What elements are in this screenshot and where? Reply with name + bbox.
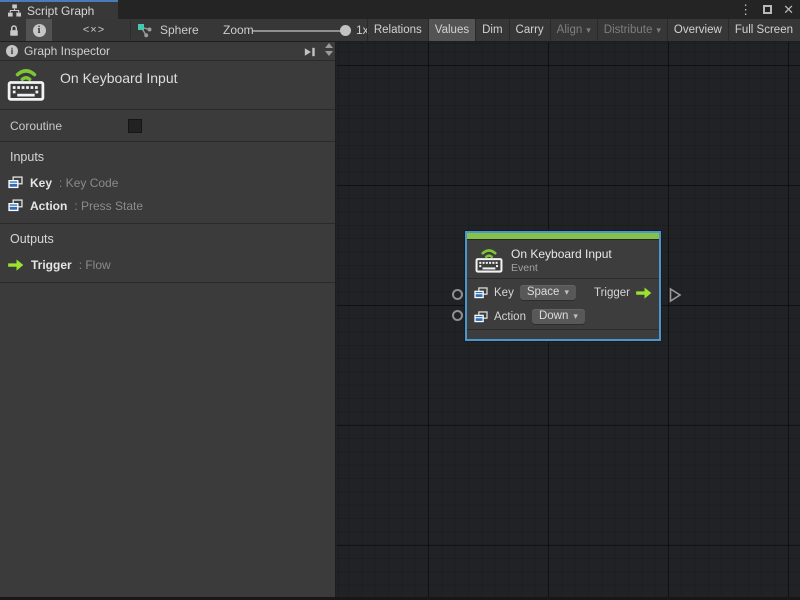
graph-owner-breadcrumb[interactable]: Sphere — [137, 19, 199, 41]
port-name: Action — [30, 198, 68, 213]
port-type: : Press State — [74, 198, 144, 213]
tab-script-graph[interactable]: Script Graph — [0, 0, 118, 19]
align-dropdown-button[interactable]: Align ▾ — [549, 19, 597, 41]
trigger-connection-triangle[interactable] — [669, 287, 682, 303]
chevron-down-icon: ▾ — [564, 286, 569, 297]
press-state-dropdown[interactable]: Down ▾ — [531, 309, 585, 324]
window-titlebar: Script Graph ⋮ ✕ — [0, 0, 800, 19]
zoom-label: Zoom — [223, 23, 254, 37]
dock-right-icon — [304, 47, 315, 56]
node-title: On Keyboard Input — [511, 247, 612, 261]
inputs-header: Inputs — [10, 150, 45, 164]
lock-button[interactable] — [2, 19, 25, 41]
on-keyboard-input-node[interactable]: On Keyboard Input Event Key Space ▾ Trigg… — [465, 231, 661, 341]
window-maximize-button[interactable] — [763, 0, 773, 19]
info-icon: i — [6, 45, 18, 57]
relations-button[interactable]: Relations — [366, 19, 428, 41]
window-controls: ⋮ ✕ — [739, 0, 794, 19]
script-graph-window: Script Graph ⋮ ✕ i <×> Sphere Zoom 1x Re… — [0, 0, 800, 600]
port-type: : Flow — [78, 257, 111, 272]
outputs-section: Outputs Trigger : Flow — [0, 224, 335, 283]
port-name: Key — [30, 175, 53, 190]
unit-title: On Keyboard Input — [60, 70, 178, 86]
coroutine-label: Coroutine — [10, 119, 63, 133]
node-row-action: Action Down ▾ — [467, 306, 659, 327]
port-type: : Key Code — [59, 175, 119, 190]
zoom-slider-handle[interactable] — [340, 25, 351, 36]
toolbar-button-group: Relations Values Dim Carry Align ▾ Distri… — [366, 19, 799, 41]
info-icon: i — [32, 23, 46, 37]
dock-panel-button[interactable] — [301, 44, 317, 59]
node-header: On Keyboard Input Event — [467, 240, 659, 279]
input-port-row-key: Key : Key Code — [0, 171, 335, 194]
port-label: Action — [494, 310, 526, 323]
kebab-menu-icon: ⋮ — [739, 1, 753, 17]
toolbar-separator — [130, 21, 131, 39]
arrow-up-icon — [325, 43, 333, 48]
arrow-down-icon — [325, 51, 333, 56]
tab-label: Script Graph — [27, 3, 95, 18]
graph-canvas[interactable]: On Keyboard Input Event Key Space ▾ Trigg… — [337, 42, 800, 597]
node-row-key: Key Space ▾ Trigger — [467, 282, 659, 303]
graph-pointer-icon — [138, 23, 152, 37]
keyboard-event-icon — [475, 249, 503, 273]
distribute-dropdown-button[interactable]: Distribute ▾ — [596, 19, 667, 41]
inspector-toggle-button[interactable]: i — [26, 19, 52, 41]
graph-inspector-header: i Graph Inspector — [0, 42, 335, 61]
full-screen-button[interactable]: Full Screen — [727, 19, 799, 41]
dim-button[interactable]: Dim — [475, 19, 508, 41]
value-port-icon — [474, 286, 488, 298]
graph-inspector-title: Graph Inspector — [24, 44, 111, 58]
code-preview-button[interactable]: <×> — [73, 19, 115, 41]
window-close-button[interactable]: ✕ — [783, 0, 794, 19]
output-port-row-trigger: Trigger : Flow — [0, 253, 335, 276]
chevron-down-icon: ▾ — [586, 24, 591, 35]
graph-tree-icon — [7, 4, 22, 17]
coroutine-row: Coroutine — [0, 110, 335, 142]
chevron-down-icon: ▾ — [656, 24, 661, 35]
values-button[interactable]: Values — [427, 19, 476, 41]
zoom-slider-track[interactable] — [253, 30, 343, 32]
flow-port-icon — [8, 259, 24, 271]
graph-inspector-panel: i Graph Inspector On Keyboard Input Coro… — [0, 42, 336, 597]
unit-header: On Keyboard Input — [0, 61, 335, 110]
value-port-icon — [474, 310, 488, 322]
event-color-bar — [467, 233, 659, 240]
coroutine-checkbox[interactable] — [128, 119, 142, 133]
graph-owner-label: Sphere — [160, 23, 199, 37]
overview-button[interactable]: Overview — [666, 19, 728, 41]
input-port-row-action: Action : Press State — [0, 194, 335, 217]
value-port-icon — [8, 176, 23, 189]
value-port-icon — [8, 199, 23, 212]
port-name: Trigger — [31, 257, 72, 272]
window-menu-button[interactable]: ⋮ — [739, 0, 752, 19]
port-label: Key — [494, 286, 514, 299]
key-input-port[interactable] — [452, 289, 463, 300]
maximize-icon — [763, 5, 773, 14]
trigger-output-label: Trigger — [594, 286, 630, 299]
code-icon: <×> — [82, 24, 106, 36]
chevron-down-icon: ▾ — [573, 310, 578, 321]
trigger-flow-icon[interactable] — [636, 287, 652, 299]
key-code-dropdown[interactable]: Space ▾ — [519, 285, 576, 300]
node-subtitle: Event — [511, 262, 538, 274]
graph-toolbar: i <×> Sphere Zoom 1x Relations Values Di… — [0, 19, 800, 42]
action-input-port[interactable] — [452, 310, 463, 321]
carry-button[interactable]: Carry — [508, 19, 550, 41]
panel-scrub-arrows[interactable] — [325, 43, 333, 56]
inputs-section: Inputs Key : Key Code Action : Press Sta… — [0, 142, 335, 224]
node-footer — [467, 329, 659, 339]
lock-icon — [9, 24, 18, 36]
close-icon: ✕ — [783, 1, 794, 17]
outputs-header: Outputs — [10, 232, 54, 246]
keyboard-event-icon — [7, 69, 45, 102]
